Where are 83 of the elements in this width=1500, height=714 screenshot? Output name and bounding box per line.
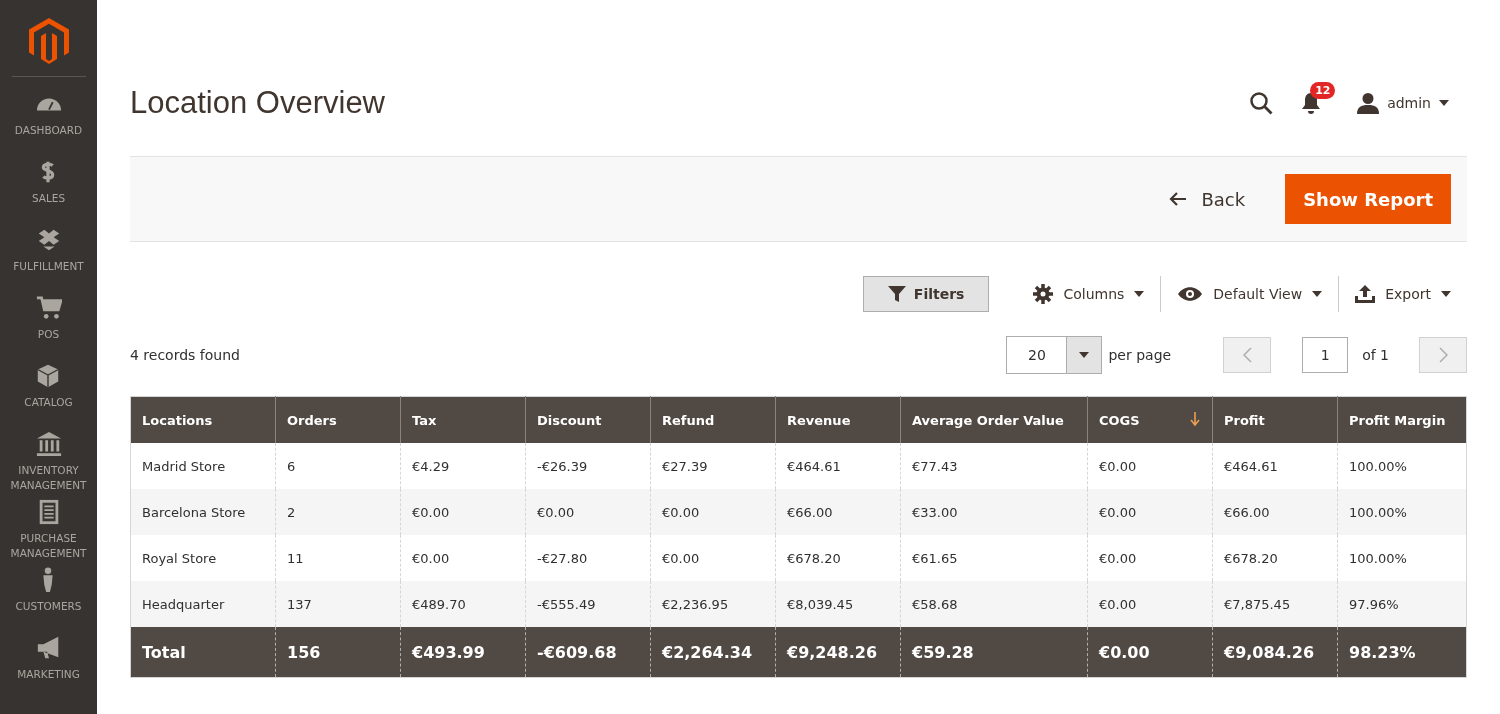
chevron-right-icon — [1438, 347, 1448, 363]
caret-icon — [1079, 352, 1090, 358]
table-cell: 97.96% — [1337, 581, 1467, 627]
total-cell: 156 — [275, 627, 401, 678]
sidebar-item[interactable]: FULFILLMENT — [13, 227, 84, 295]
column-header[interactable]: Orders — [275, 396, 401, 443]
total-cell: -€609.68 — [525, 627, 651, 678]
table-cell: €489.70 — [400, 581, 526, 627]
sidebar-item[interactable]: SALES — [31, 159, 66, 227]
user-menu[interactable]: admin — [1351, 91, 1455, 115]
caret-icon — [1439, 100, 1449, 106]
total-cell: €0.00 — [1087, 627, 1213, 678]
table-cell: €0.00 — [1087, 489, 1213, 535]
show-report-button[interactable]: Show Report — [1285, 174, 1451, 224]
chevron-left-icon — [1242, 347, 1252, 363]
caret-icon — [1441, 291, 1451, 297]
table-cell: Madrid Store — [130, 443, 276, 489]
sidebar-item[interactable]: CUSTOMERS — [15, 567, 82, 635]
column-header[interactable]: Profit Margin — [1337, 396, 1467, 443]
per-page-select[interactable]: 20 — [1006, 336, 1103, 374]
page-input[interactable]: 1 — [1302, 337, 1349, 373]
table-cell: 100.00% — [1337, 489, 1467, 535]
sidebar-item[interactable]: DASHBOARD — [14, 91, 83, 159]
records-count: 4 records found — [130, 347, 241, 363]
column-header[interactable]: Revenue — [775, 396, 901, 443]
table-cell: Headquarter — [130, 581, 276, 627]
table-cell: €0.00 — [525, 489, 651, 535]
table-cell: €66.00 — [775, 489, 901, 535]
logo-icon[interactable] — [28, 18, 69, 64]
arrow-left-icon — [1169, 192, 1188, 206]
filter-icon — [887, 285, 906, 303]
notification-count: 12 — [1310, 82, 1336, 99]
columns-dropdown[interactable]: Columns — [1017, 284, 1161, 304]
table-cell: €0.00 — [650, 489, 776, 535]
column-header[interactable]: Average Order Value — [900, 396, 1088, 443]
sidebar-item[interactable]: CATALOG — [24, 363, 73, 431]
table-cell: €8,039.45 — [775, 581, 901, 627]
gauge-icon — [35, 98, 62, 111]
back-button[interactable]: Back — [1163, 187, 1252, 211]
table-cell: Royal Store — [130, 535, 276, 581]
view-dropdown[interactable]: Default View — [1161, 286, 1339, 302]
filters-button[interactable]: Filters — [862, 276, 990, 312]
column-header[interactable]: Tax — [400, 396, 526, 443]
table-cell: €66.00 — [1212, 489, 1338, 535]
sidebar-item[interactable]: PURCHASE MANAGEMENT — [0, 499, 97, 567]
table-cell: €33.00 — [900, 489, 1088, 535]
table-cell: 2 — [275, 489, 401, 535]
eye-icon — [1177, 286, 1204, 302]
total-cell: Total — [130, 627, 276, 678]
sidebar-item[interactable]: INVENTORY MANAGEMENT — [0, 431, 97, 499]
total-cell: €9,248.26 — [775, 627, 901, 678]
table-cell: Barcelona Store — [130, 489, 276, 535]
table-cell: 137 — [275, 581, 401, 627]
column-header[interactable]: Discount — [525, 396, 651, 443]
table-cell: €0.00 — [1087, 581, 1213, 627]
user-icon — [1357, 92, 1380, 114]
caret-icon — [1134, 291, 1145, 297]
table-cell: €7,875.45 — [1212, 581, 1338, 627]
table-cell: €0.00 — [400, 489, 526, 535]
total-cell: 98.23% — [1337, 627, 1467, 678]
table-cell: €58.68 — [900, 581, 1088, 627]
caret-icon — [1312, 291, 1323, 297]
total-cell: €9,084.26 — [1212, 627, 1338, 678]
page-title: Location Overview — [130, 85, 386, 121]
page-count: of 1 — [1362, 347, 1389, 363]
building-icon — [35, 431, 62, 457]
column-header[interactable]: Locations — [130, 396, 276, 443]
total-cell: €493.99 — [400, 627, 526, 678]
total-cell: €2,264.34 — [650, 627, 776, 678]
per-page-label: per page — [1108, 347, 1172, 363]
table-cell: €2,236.95 — [650, 581, 776, 627]
cart-icon — [35, 295, 62, 321]
sidebar-item[interactable]: POS — [35, 295, 62, 363]
column-header[interactable]: Refund — [650, 396, 776, 443]
table-cell: -€555.49 — [525, 581, 651, 627]
sidebar-item[interactable]: MARKETING — [17, 635, 80, 703]
column-header[interactable]: COGS — [1087, 396, 1213, 443]
upload-icon — [1355, 285, 1376, 303]
search-icon[interactable] — [1249, 91, 1274, 115]
gear-icon — [1033, 284, 1054, 304]
export-dropdown[interactable]: Export — [1339, 285, 1467, 303]
total-cell: €59.28 — [900, 627, 1088, 678]
column-header[interactable]: Profit — [1212, 396, 1338, 443]
